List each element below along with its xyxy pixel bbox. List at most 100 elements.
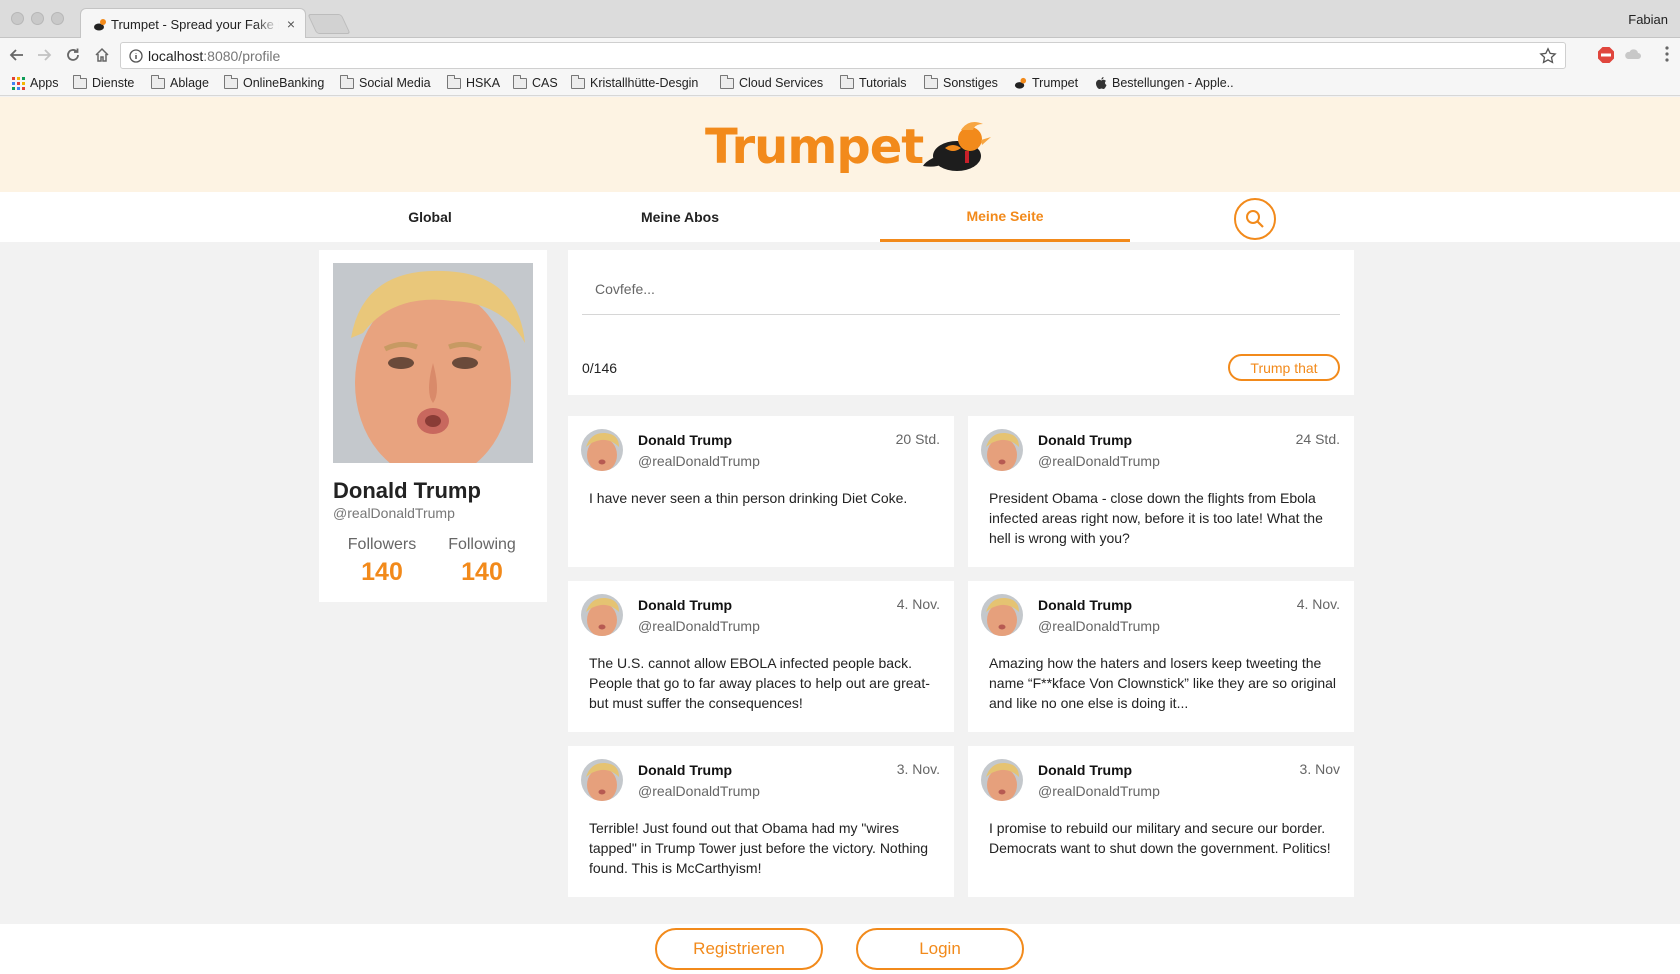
post-text: The U.S. cannot allow EBOLA infected peo… [589,655,930,711]
tab-meine-seite[interactable]: Meine Seite [880,192,1130,242]
post-author-handle[interactable]: @realDonaldTrump [638,453,760,469]
bookmark-folder[interactable]: Kristallhütte-Desgin [571,74,698,90]
post-author-handle[interactable]: @realDonaldTrump [638,783,760,799]
browser-menu-icon[interactable] [1664,45,1670,63]
folder-icon [224,74,238,89]
trumpet-favicon [94,19,106,31]
post-timestamp: 24 Std. [1295,431,1340,447]
post-avatar[interactable] [981,759,1023,801]
post-avatar[interactable] [981,594,1023,636]
bookmark-folder[interactable]: Dienste [73,74,134,90]
post-timestamp: 20 Std. [895,431,940,447]
bookmark-folder[interactable]: CAS [513,74,558,90]
tab-global[interactable]: Global [305,192,555,242]
minimize-window-button[interactable] [31,12,44,25]
post-card[interactable]: Donald Trump @realDonaldTrump 24 Std. Pr… [968,416,1354,567]
post-timestamp: 4. Nov. [896,596,940,612]
bookmark-apps[interactable]: Apps [12,76,59,90]
register-button[interactable]: Registrieren [655,928,823,970]
post-avatar[interactable] [581,594,623,636]
bookmark-apple[interactable]: Bestellungen - Apple.. [1096,76,1234,90]
post-timestamp: 3. Nov [1299,761,1340,777]
folder-icon [73,74,87,89]
post-card[interactable]: Donald Trump @realDonaldTrump 3. Nov I p… [968,746,1354,897]
post-author-handle[interactable]: @realDonaldTrump [1038,618,1160,634]
bookmark-folder[interactable]: Sonstiges [924,74,998,90]
post-card[interactable]: Donald Trump @realDonaldTrump 4. Nov. Am… [968,581,1354,732]
tab-meine-abos[interactable]: Meine Abos [555,192,805,242]
info-icon[interactable] [129,49,143,63]
forward-icon[interactable] [33,44,55,66]
browser-toolbar: localhost:8080/profile [0,38,1680,72]
post-author-name[interactable]: Donald Trump [638,762,732,778]
post-timestamp: 3. Nov. [896,761,940,777]
browser-tab[interactable]: Trumpet - Spread your Fake News × [80,8,306,39]
adblock-icon[interactable] [1597,46,1615,64]
login-button[interactable]: Login [856,928,1024,970]
bookmark-trumpet[interactable]: Trumpet [1014,76,1078,90]
post-author-name[interactable]: Donald Trump [1038,432,1132,448]
followers-stat[interactable]: Followers 140 [337,536,427,587]
post-author-name[interactable]: Donald Trump [638,597,732,613]
folder-icon [720,74,734,89]
following-count: 140 [461,558,503,586]
bookmark-folder[interactable]: Tutorials [840,74,906,90]
post-card[interactable]: Donald Trump @realDonaldTrump 20 Std. I … [568,416,954,567]
bookmark-folder[interactable]: HSKA [447,74,500,90]
browser-titlebar: Trumpet - Spread your Fake News × Fabian [0,0,1680,39]
followers-label: Followers [347,536,417,553]
apps-grid-icon [12,76,25,90]
main-nav: Global Meine Abos Meine Seite [0,192,1680,242]
post-card[interactable]: Donald Trump @realDonaldTrump 4. Nov. Th… [568,581,954,732]
profile-card: Donald Trump @realDonaldTrump Followers … [319,250,547,602]
bookmark-star-icon[interactable] [1539,47,1557,65]
tab-title: Trumpet - Spread your Fake News [111,17,279,32]
back-icon[interactable] [6,44,28,66]
char-counter: 0/146 [582,360,618,376]
post-avatar[interactable] [581,759,623,801]
bookmark-folder[interactable]: OnlineBanking [224,74,324,90]
folder-icon [513,74,527,89]
post-author-handle[interactable]: @realDonaldTrump [638,618,760,634]
bookmark-folder[interactable]: Ablage [151,74,209,90]
trump-that-button[interactable]: Trump that [1228,354,1340,381]
browser-profile-name[interactable]: Fabian [1628,12,1668,27]
post-author-name[interactable]: Donald Trump [638,432,732,448]
post-avatar[interactable] [581,429,623,471]
folder-icon [447,74,461,89]
post-input[interactable] [582,264,1340,315]
reload-icon[interactable] [62,44,84,66]
bookmark-folder[interactable]: Social Media [340,74,431,90]
post-author-handle[interactable]: @realDonaldTrump [1038,453,1160,469]
post-timestamp: 4. Nov. [1296,596,1340,612]
folder-icon [840,74,854,89]
folder-icon [340,74,354,89]
app-header: Trumpet [0,97,1680,192]
following-stat[interactable]: Following 140 [437,536,527,587]
address-bar[interactable]: localhost:8080/profile [120,42,1566,69]
search-button[interactable] [1234,198,1276,240]
trumpet-favicon [1014,77,1027,89]
trumpet-logo[interactable]: Trumpet [705,118,993,176]
zoom-window-button[interactable] [51,12,64,25]
trumpet-bird-logo-icon [923,122,992,171]
bookmark-folder[interactable]: Cloud Services [720,74,823,90]
post-card[interactable]: Donald Trump @realDonaldTrump 3. Nov. Te… [568,746,954,897]
profile-avatar[interactable] [333,263,533,463]
post-text: President Obama - close down the flights… [989,490,1323,546]
following-label: Following [448,536,516,553]
new-tab-button[interactable] [307,14,351,34]
post-text: Terrible! Just found out that Obama had … [589,820,929,876]
home-icon[interactable] [91,44,113,66]
post-author-name[interactable]: Donald Trump [1038,762,1132,778]
followers-count: 140 [361,558,403,586]
post-author-name[interactable]: Donald Trump [1038,597,1132,613]
post-author-handle[interactable]: @realDonaldTrump [1038,783,1160,799]
tab-close-icon[interactable]: × [287,16,295,32]
folder-icon [924,74,938,89]
close-window-button[interactable] [11,12,24,25]
apple-icon [1096,76,1107,89]
post-avatar[interactable] [981,429,1023,471]
cloud-extension-icon[interactable] [1624,46,1642,64]
search-icon [1246,210,1264,228]
